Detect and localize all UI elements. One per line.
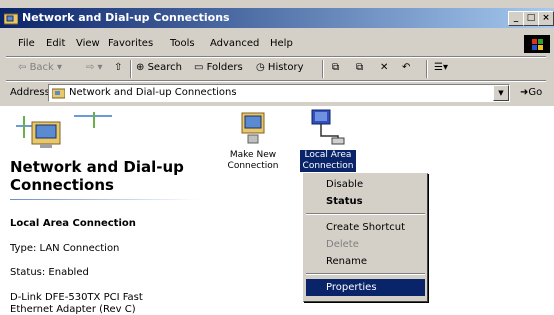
menu-item-properties[interactable]: Properties xyxy=(306,279,425,296)
network-banner-icon xyxy=(16,112,112,148)
toolbar-separator xyxy=(130,60,132,78)
undo-icon[interactable]: ↶ xyxy=(402,62,410,73)
views-button[interactable]: ☰▾ xyxy=(434,62,448,73)
selected-connection-name: Local Area Connection xyxy=(10,218,136,229)
search-icon: ⊕ xyxy=(136,62,145,73)
back-button[interactable]: ⇦ Back ▾ xyxy=(18,62,62,73)
menu-file[interactable]: File xyxy=(18,38,35,49)
explorer-window: Network and Dial-up Connections _ □ × Fi… xyxy=(0,0,554,315)
menu-item-create-shortcut[interactable]: Create Shortcut xyxy=(306,219,425,236)
menu-tools[interactable]: Tools xyxy=(170,38,195,49)
device-name-line1: D-Link DFE-530TX PCI Fast xyxy=(10,292,143,303)
title-bar[interactable]: Network and Dial-up Connections _ □ × xyxy=(0,8,554,28)
minimize-button[interactable]: _ xyxy=(508,11,524,26)
local-area-connection-icon xyxy=(311,109,345,145)
toolbar-separator xyxy=(426,60,428,78)
make-new-connection-icon xyxy=(241,112,265,144)
menu-item-rename[interactable]: Rename xyxy=(306,253,425,270)
history-button[interactable]: ◷ History xyxy=(256,62,304,73)
address-bar: Address Network and Dial-up Connections … xyxy=(0,82,554,104)
menu-help[interactable]: Help xyxy=(270,38,293,49)
maximize-button[interactable]: □ xyxy=(523,11,539,26)
folders-button[interactable]: ▭ Folders xyxy=(194,62,243,73)
menu-item-status[interactable]: Status xyxy=(306,193,425,210)
connection-type: Type: LAN Connection xyxy=(10,243,120,254)
toolbar: ⇦ Back ▾ ⇨ ▾ ⇧ ⊕ Search ▭ Folders ◷ Hist… xyxy=(0,58,554,80)
up-folder-icon[interactable]: ⇧ xyxy=(114,62,122,73)
move-to-icon[interactable]: ⧉ xyxy=(332,62,339,73)
toolbar-separator xyxy=(322,60,324,78)
windows-logo-icon xyxy=(524,35,550,53)
menu-item-disable[interactable]: Disable xyxy=(306,176,425,193)
address-dropdown-button[interactable]: ▼ xyxy=(493,85,509,101)
folders-icon: ▭ xyxy=(194,62,204,73)
menu-bar: File Edit View Favorites Tools Advanced … xyxy=(0,34,554,54)
local-area-connection-label: Local Area Connection xyxy=(300,150,356,172)
device-name-line2: Ethernet Adapter (Rev C) xyxy=(10,304,136,315)
network-folder-icon xyxy=(52,88,65,99)
menu-edit[interactable]: Edit xyxy=(46,38,65,49)
copy-to-icon[interactable]: ⧉ xyxy=(356,62,363,73)
address-value: Network and Dial-up Connections xyxy=(69,87,237,98)
address-field[interactable]: Network and Dial-up Connections ▼ xyxy=(48,84,510,102)
forward-button[interactable]: ⇨ ▾ xyxy=(86,62,103,73)
address-label: Address xyxy=(10,87,50,98)
close-button[interactable]: × xyxy=(538,11,554,26)
go-button[interactable]: ➜Go xyxy=(520,87,542,98)
menu-separator xyxy=(306,273,425,275)
menu-separator xyxy=(306,213,425,215)
context-menu: Disable Status Create Shortcut Delete Re… xyxy=(303,173,428,302)
delete-icon[interactable]: ✕ xyxy=(380,62,388,73)
heading-divider xyxy=(10,199,200,200)
menu-item-delete: Delete xyxy=(326,239,359,250)
window-title: Network and Dial-up Connections xyxy=(22,11,230,24)
menu-favorites[interactable]: Favorites xyxy=(108,38,153,49)
network-folder-icon xyxy=(4,13,18,25)
content-pane: Network and Dial-up Connections Local Ar… xyxy=(0,106,554,315)
connection-status: Status: Enabled xyxy=(10,267,89,278)
menu-advanced[interactable]: Advanced xyxy=(210,38,259,49)
panel-heading: Network and Dial-up Connections xyxy=(10,158,184,194)
search-button[interactable]: ⊕ Search xyxy=(136,62,182,73)
menu-view[interactable]: View xyxy=(76,38,100,49)
history-icon: ◷ xyxy=(256,62,265,73)
make-new-connection-label: Make New Connection xyxy=(227,150,279,171)
